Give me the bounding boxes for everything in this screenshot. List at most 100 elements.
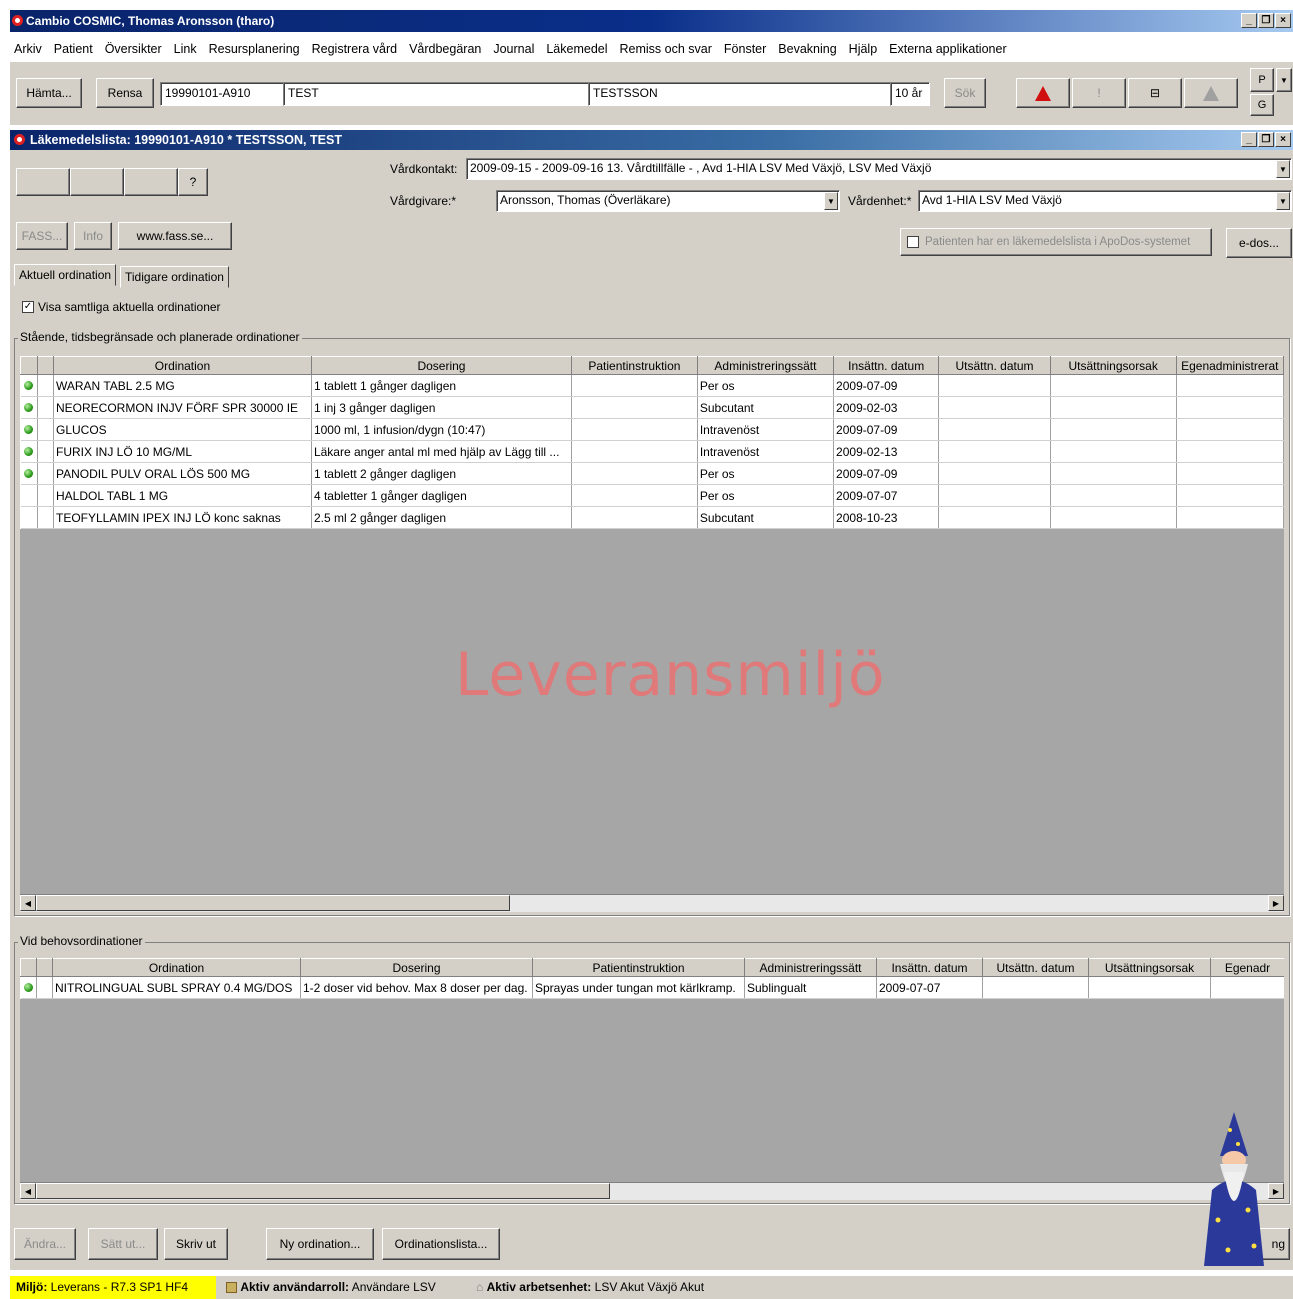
vardenhet-select[interactable]: Avd 1-HIA LSV Med Växjö ▼ xyxy=(918,190,1292,212)
table-row[interactable]: PANODIL PULV ORAL LÖS 500 MG 1 tablett 2 … xyxy=(20,462,1284,485)
blank-button-1[interactable] xyxy=(16,168,70,196)
blank-button-2[interactable] xyxy=(70,168,124,196)
table-row[interactable]: NEORECORMON INJV FÖRF SPR 30000 IE 1 inj … xyxy=(20,396,1284,419)
alert-button[interactable] xyxy=(1016,78,1070,108)
rensa-button[interactable]: Rensa xyxy=(96,78,154,108)
vardgivare-label: Vårdgivare:* xyxy=(390,194,457,208)
visa-samtliga-checkbox[interactable]: ✓ Visa samtliga aktuella ordinationer xyxy=(22,300,221,314)
column-header[interactable]: Administreringssätt xyxy=(696,356,835,375)
column-header[interactable]: Utsättningsorsak xyxy=(1088,958,1211,977)
fass-web-button[interactable]: www.fass.se... xyxy=(118,222,232,250)
menu-item[interactable]: Hjälp xyxy=(849,42,878,56)
menu-item[interactable]: Översikter xyxy=(105,42,162,56)
header-blank[interactable] xyxy=(36,356,54,375)
menu-item[interactable]: Läkemedel xyxy=(546,42,607,56)
scroll-thumb[interactable] xyxy=(36,1183,610,1199)
table-row[interactable]: FURIX INJ LÖ 10 MG/ML Läkare anger antal … xyxy=(20,440,1284,463)
column-header[interactable]: Egenadr xyxy=(1210,958,1284,977)
column-header[interactable]: Dosering xyxy=(310,356,572,375)
scroll-right-icon[interactable]: ▶ xyxy=(1268,1183,1284,1199)
app-titlebar: Cambio COSMIC, Thomas Aronsson (tharo) _… xyxy=(10,10,1293,32)
column-header[interactable]: Insättn. datum xyxy=(876,958,983,977)
help-button[interactable]: ? xyxy=(178,168,208,196)
ny-ordination-button[interactable]: Ny ordination... xyxy=(266,1228,374,1260)
minimize-button[interactable]: _ xyxy=(1241,13,1257,28)
close-button[interactable]: × xyxy=(1275,13,1291,28)
scroll-thumb[interactable] xyxy=(36,895,510,911)
visa-check-box[interactable]: ✓ xyxy=(22,301,34,313)
lastname-field[interactable]: TESTSSON xyxy=(588,82,894,106)
standing-horizontal-scrollbar[interactable]: ◀ ▶ xyxy=(20,894,1284,912)
chevron-down-icon[interactable]: ▼ xyxy=(1276,192,1290,210)
menu-item[interactable]: Registrera vård xyxy=(312,42,397,56)
role-status: Aktiv användarroll: Användare LSV xyxy=(226,1280,436,1294)
chevron-down-icon[interactable]: ▼ xyxy=(1276,160,1290,178)
journal-note-button[interactable]: ⊟ xyxy=(1128,78,1182,108)
menu-item[interactable]: Fönster xyxy=(724,42,766,56)
header-blank[interactable] xyxy=(20,356,38,375)
menu-item[interactable]: Bevakning xyxy=(778,42,836,56)
inner-close-button[interactable]: × xyxy=(1275,132,1291,147)
firstname-field[interactable]: TEST xyxy=(283,82,589,106)
column-header[interactable]: Utsättningsorsak xyxy=(1049,356,1177,375)
attention-button[interactable]: ! xyxy=(1072,78,1126,108)
column-header[interactable]: Dosering xyxy=(300,958,533,977)
menu-item[interactable]: Patient xyxy=(54,42,93,56)
menu-item[interactable]: Vårdbegäran xyxy=(409,42,481,56)
inner-restore-button[interactable]: ❐ xyxy=(1258,132,1274,147)
table-cell: 2009-02-13 xyxy=(833,440,940,463)
caution-button[interactable] xyxy=(1184,78,1238,108)
personnummer-field[interactable]: 19990101-A910 xyxy=(160,82,284,106)
p-button[interactable]: P xyxy=(1250,68,1274,92)
hamta-button[interactable]: Hämta... xyxy=(16,78,82,108)
column-header[interactable]: Administreringssätt xyxy=(744,958,877,977)
header-blank[interactable] xyxy=(20,958,37,977)
table-cell: 2009-07-07 xyxy=(876,976,983,999)
prn-horizontal-scrollbar[interactable]: ◀ ▶ xyxy=(20,1182,1284,1200)
apodos-checkbox[interactable]: Patienten har en läkemedelslista i ApoDo… xyxy=(900,228,1212,256)
satt-ut-button[interactable]: Sätt ut... xyxy=(88,1228,158,1260)
tab-tidigare-ordination[interactable]: Tidigare ordination xyxy=(120,266,229,288)
table-row[interactable]: WARAN TABL 2.5 MG 1 tablett 1 gånger dagl… xyxy=(20,374,1284,397)
column-header[interactable]: Ordination xyxy=(52,958,301,977)
scroll-left-icon[interactable]: ◀ xyxy=(20,1183,36,1199)
scroll-right-icon[interactable]: ▶ xyxy=(1268,895,1284,911)
menu-item[interactable]: Journal xyxy=(493,42,534,56)
table-row[interactable]: NITROLINGUAL SUBL SPRAY 0.4 MG/DOS 1-2 do… xyxy=(20,976,1284,999)
restore-button[interactable]: ❐ xyxy=(1258,13,1274,28)
table-row[interactable]: GLUCOS 1000 ml, 1 infusion/dygn (10:47) In… xyxy=(20,418,1284,441)
menu-item[interactable]: Link xyxy=(174,42,197,56)
sok-button[interactable]: Sök xyxy=(944,78,986,108)
menu-item[interactable]: Arkiv xyxy=(14,42,42,56)
blank-button-3[interactable] xyxy=(124,168,178,196)
andra-button[interactable]: Ändra... xyxy=(14,1228,76,1260)
column-header[interactable]: Ordination xyxy=(53,356,312,375)
table-row[interactable]: TEOFYLLAMIN IPEX INJ LÖ konc saknas 2.5 m… xyxy=(20,506,1284,529)
column-header[interactable]: Egenadministrerat xyxy=(1175,356,1284,375)
column-header[interactable]: Patientinstruktion xyxy=(532,958,745,977)
menu-item[interactable]: Resursplanering xyxy=(209,42,300,56)
g-button[interactable]: G xyxy=(1250,94,1274,116)
column-header[interactable]: Utsättn. datum xyxy=(982,958,1089,977)
column-header[interactable]: Patientinstruktion xyxy=(570,356,698,375)
info-button[interactable]: Info xyxy=(74,222,112,250)
vardgivare-select[interactable]: Aronsson, Thomas (Överläkare) ▼ xyxy=(496,190,840,212)
fass-button[interactable]: FASS... xyxy=(16,222,68,250)
table-row[interactable]: HALDOL TABL 1 MG 4 tabletter 1 gånger dag… xyxy=(20,484,1284,507)
header-blank[interactable] xyxy=(36,958,53,977)
menu-item[interactable]: Remiss och svar xyxy=(620,42,712,56)
inner-minimize-button[interactable]: _ xyxy=(1241,132,1257,147)
wizard-assistant-icon[interactable] xyxy=(1198,1110,1270,1270)
scroll-left-icon[interactable]: ◀ xyxy=(20,895,36,911)
edos-button[interactable]: e-dos... xyxy=(1226,228,1292,258)
skriv-ut-button[interactable]: Skriv ut xyxy=(164,1228,228,1260)
column-header[interactable]: Utsättn. datum xyxy=(938,356,1051,375)
ordinationslista-button[interactable]: Ordinationslista... xyxy=(382,1228,500,1260)
toolbar-dropdown-button[interactable]: ▼ xyxy=(1276,68,1292,92)
apodos-check-box[interactable] xyxy=(907,236,919,248)
column-header[interactable]: Insättn. datum xyxy=(833,356,940,375)
tab-aktuell-ordination[interactable]: Aktuell ordination xyxy=(14,264,117,286)
chevron-down-icon[interactable]: ▼ xyxy=(824,192,838,210)
menu-item[interactable]: Externa applikationer xyxy=(889,42,1006,56)
vardkontakt-select[interactable]: 2009-09-15 - 2009-09-16 13. Vårdtillfäll… xyxy=(466,158,1292,180)
